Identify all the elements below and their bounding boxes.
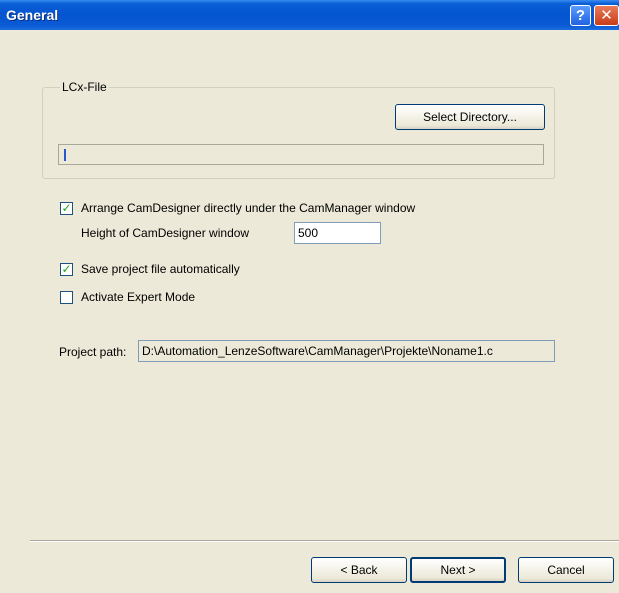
select-directory-button[interactable]: Select Directory... xyxy=(395,104,545,130)
save-project-checkbox[interactable]: ✓ xyxy=(60,261,73,276)
text-caret xyxy=(64,149,66,161)
footer-separator xyxy=(30,540,619,542)
lcx-file-group xyxy=(42,87,555,179)
arrange-option[interactable]: ✓ Arrange CamDesigner directly under the… xyxy=(60,201,415,215)
checkmark-icon: ✓ xyxy=(61,261,72,276)
save-project-label: Save project file automatically xyxy=(81,262,240,276)
close-icon: ✕ xyxy=(600,7,613,24)
height-label: Height of CamDesigner window xyxy=(81,226,250,240)
back-button[interactable]: < Back xyxy=(311,557,407,583)
cancel-button[interactable]: Cancel xyxy=(518,557,614,583)
expert-mode-option[interactable]: Activate Expert Mode xyxy=(60,290,195,304)
window-title: General xyxy=(6,7,59,23)
height-input[interactable]: 500 xyxy=(294,222,381,244)
help-icon: ? xyxy=(575,7,586,24)
expert-mode-checkbox[interactable] xyxy=(60,290,73,304)
title-bar: General ? ✕ xyxy=(0,0,619,30)
help-button[interactable]: ? xyxy=(570,5,591,26)
arrange-checkbox[interactable]: ✓ xyxy=(60,200,73,215)
save-project-option[interactable]: ✓ Save project file automatically xyxy=(60,262,240,276)
project-path-field[interactable]: D:\Automation_LenzeSoftware\CamManager\P… xyxy=(138,340,555,362)
arrange-label: Arrange CamDesigner directly under the C… xyxy=(81,201,416,215)
lcx-file-group-label: LCx-File xyxy=(60,80,109,94)
checkmark-icon: ✓ xyxy=(61,200,72,215)
project-path-label: Project path: xyxy=(59,345,127,359)
next-button[interactable]: Next > xyxy=(410,557,506,583)
lcx-path-field[interactable] xyxy=(58,144,544,165)
close-button[interactable]: ✕ xyxy=(594,5,619,26)
expert-mode-label: Activate Expert Mode xyxy=(81,290,196,304)
